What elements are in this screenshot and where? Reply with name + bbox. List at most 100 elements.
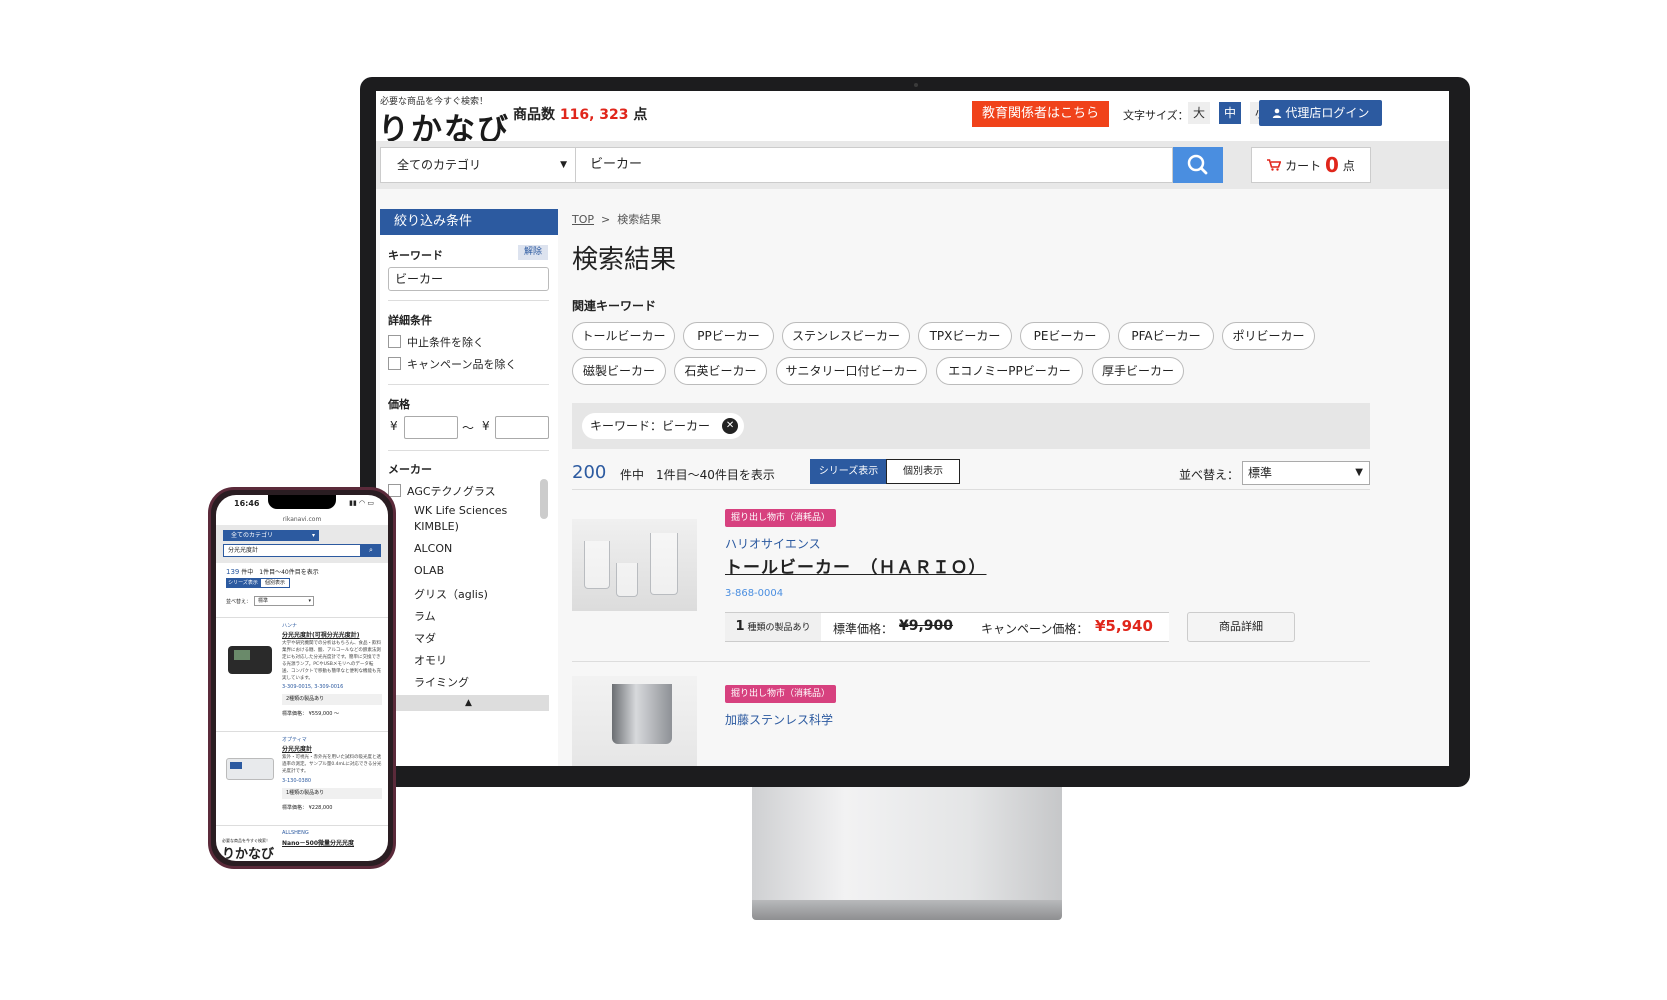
phone-product-item[interactable]: ALLSHENG Nano－500微量分光光度 必要な商品を今すぐ検索！ りかな…: [216, 825, 388, 861]
sort-select[interactable]: 標準 ▼: [1242, 461, 1370, 485]
phone-product-item[interactable]: ハンナ 分光光度計(可視分光光度計) 大学や研究機関での分析はもちろん、食品・飲…: [216, 617, 388, 727]
phone-product-item[interactable]: オプティマ 分光光度計 紫外・可視光・赤外光を用いた試料の吸光度と透過率の測定。…: [216, 731, 388, 821]
maker-option-label[interactable]: オモリ: [414, 652, 447, 668]
sidebar-title: 絞り込み条件: [380, 209, 558, 235]
collapse-button[interactable]: ▲: [388, 695, 549, 711]
beaker-shape: [584, 541, 610, 589]
product-tag: 掘り出し物市（消耗品）: [725, 685, 837, 703]
divider: [388, 384, 549, 385]
detail-conditions-label: 詳細条件: [388, 314, 432, 327]
search-input[interactable]: ビーカー: [576, 147, 1173, 183]
related-keyword-chip[interactable]: エコノミーPPビーカー: [936, 357, 1083, 385]
divider: [388, 300, 549, 301]
related-keyword-chip[interactable]: ステンレスビーカー: [782, 322, 910, 350]
related-keyword-chip[interactable]: サニタリー口付ビーカー: [776, 357, 927, 385]
product-name-link[interactable]: トールビーカー （ＨＡＲＩＯ）: [725, 553, 987, 578]
detail-option[interactable]: キャンペーン品を除く: [388, 356, 516, 372]
maker-scrollbar[interactable]: [540, 479, 548, 519]
phone-product-maker[interactable]: ALLSHENG: [282, 830, 309, 836]
product-tag: 掘り出し物市（消耗品）: [725, 509, 837, 527]
related-keyword-chip[interactable]: 磁製ビーカー: [572, 357, 666, 385]
beaker-shape: [650, 533, 678, 595]
cart-icon: [1267, 159, 1282, 171]
phone-product-title[interactable]: 分光光度計: [282, 744, 312, 753]
maker-option[interactable]: AGCテクノグラス: [388, 483, 496, 499]
product-image[interactable]: [572, 519, 697, 611]
breadcrumb-top-link[interactable]: TOP: [572, 213, 594, 226]
cart-label: カート: [1285, 159, 1322, 173]
phone-product-title[interactable]: Nano－500微量分光光度: [282, 838, 354, 847]
phone-search-input[interactable]: 分光光度計: [223, 544, 361, 557]
phone-product-description: 大学や研究機関での分析はもちろん、食品・飲料業界における糖、酸、アルコールなどの…: [282, 641, 381, 681]
keyword-clear-button[interactable]: 解除: [518, 245, 548, 260]
related-keyword-chip[interactable]: ポリビーカー: [1222, 322, 1315, 350]
checkbox[interactable]: [388, 484, 401, 497]
product-detail-button[interactable]: 商品詳細: [1187, 612, 1295, 642]
related-keyword-chip[interactable]: トールビーカー: [572, 322, 675, 350]
price-label: 価格: [388, 398, 410, 411]
related-keyword-chip[interactable]: 石英ビーカー: [674, 357, 767, 385]
category-select[interactable]: 全てのカテゴリ ▼: [380, 147, 576, 183]
phone-sort-select[interactable]: 標準 ▾: [254, 596, 314, 606]
font-size-large-button[interactable]: 大: [1188, 102, 1210, 124]
phone-product-maker[interactable]: オプティマ: [282, 736, 307, 743]
related-keyword-chip[interactable]: PEビーカー: [1020, 322, 1110, 350]
checkbox[interactable]: [388, 357, 401, 370]
maker-option-label[interactable]: ラム: [414, 608, 436, 624]
product-image[interactable]: [572, 676, 697, 766]
maker-option-label[interactable]: WK Life Sciences: [414, 504, 507, 517]
related-keyword-chip[interactable]: TPXビーカー: [918, 322, 1012, 350]
maker-option-label[interactable]: ライミング: [414, 674, 469, 690]
variant-count-number: 1: [735, 619, 745, 634]
maker-option-label[interactable]: マダ: [414, 630, 436, 646]
product-code[interactable]: 3-868-0004: [725, 588, 783, 599]
phone-time: 16:46: [234, 499, 260, 508]
price-min-input[interactable]: [404, 416, 458, 439]
page-title: 検索結果: [572, 245, 677, 275]
breadcrumb: TOP > 検索結果: [572, 211, 661, 227]
detail-option[interactable]: 中止条件を除く: [388, 334, 484, 350]
search-icon: [1187, 154, 1208, 175]
phone-screen: 16:46 ▮▮ ◠ ▭ rikanavi.com 全てのカテゴリ ▾ 分光光度…: [216, 495, 388, 861]
agent-login-button[interactable]: 代理店ログイン: [1259, 100, 1382, 126]
product-maker[interactable]: ハリオサイエンス: [725, 535, 821, 552]
active-filter-chip[interactable]: キーワード：ビーカー ✕: [582, 413, 745, 439]
phone-search-button[interactable]: ⌕: [361, 544, 381, 557]
related-keywords-label: 関連キーワード: [572, 299, 657, 313]
price-row: 1 種類の製品あり 標準価格： ¥9,900 キャンペーン価格： ¥5,940: [725, 612, 1169, 642]
phone-category-select[interactable]: 全てのカテゴリ ▾: [223, 530, 319, 541]
product-maker[interactable]: 加藤ステンレス科学: [725, 711, 833, 728]
phone-frame: 16:46 ▮▮ ◠ ▭ rikanavi.com 全てのカテゴリ ▾ 分光光度…: [208, 487, 396, 869]
cart-count: 0: [1324, 153, 1339, 177]
series-view-button[interactable]: シリーズ表示: [810, 459, 887, 484]
phone-logo[interactable]: りかなび: [222, 843, 274, 861]
checkbox[interactable]: [388, 335, 401, 348]
display-shape: [230, 762, 242, 769]
phone-product-price: 標準価格： ¥228,000: [282, 805, 333, 811]
phone-product-description: 紫外・可視光・赤外光を用いた試料の吸光度と透過率の測定。サンプル量0.4mLに対…: [282, 755, 382, 774]
maker-option-label: AGCテクノグラス: [407, 485, 496, 498]
maker-option-label[interactable]: OLAB: [414, 564, 444, 577]
maker-option-label[interactable]: グリス（aglis): [414, 586, 488, 602]
phone-product-title[interactable]: 分光光度計(可視分光光度計): [282, 630, 360, 639]
font-size-medium-button[interactable]: 中: [1219, 102, 1241, 124]
maker-option-label[interactable]: ALCON: [414, 542, 452, 555]
price-max-input[interactable]: [495, 416, 549, 439]
phone-notch: [268, 495, 336, 509]
related-keyword-chip[interactable]: 厚手ビーカー: [1092, 357, 1184, 385]
close-icon[interactable]: ✕: [722, 418, 739, 434]
cart-button[interactable]: カート 0 点: [1251, 147, 1371, 183]
sort-label: 並べ替え：: [1179, 468, 1240, 482]
related-keyword-chip[interactable]: PPビーカー: [683, 322, 774, 350]
phone-product-codes[interactable]: 3-130-0380: [282, 778, 311, 784]
keyword-input[interactable]: ビーカー: [388, 267, 549, 291]
related-keyword-chip[interactable]: PFAビーカー: [1118, 322, 1214, 350]
education-button[interactable]: 教育関係者はこちら: [972, 101, 1109, 127]
product-count-suffix: 点: [633, 107, 648, 123]
search-button[interactable]: [1173, 147, 1223, 183]
phone-series-view-button[interactable]: シリーズ表示: [226, 578, 260, 588]
single-view-button[interactable]: 個別表示: [886, 459, 960, 484]
phone-single-view-button[interactable]: 個別表示: [260, 578, 290, 588]
phone-product-maker[interactable]: ハンナ: [282, 622, 297, 629]
phone-product-codes[interactable]: 3-309-0015, 3-309-0016: [282, 684, 343, 690]
